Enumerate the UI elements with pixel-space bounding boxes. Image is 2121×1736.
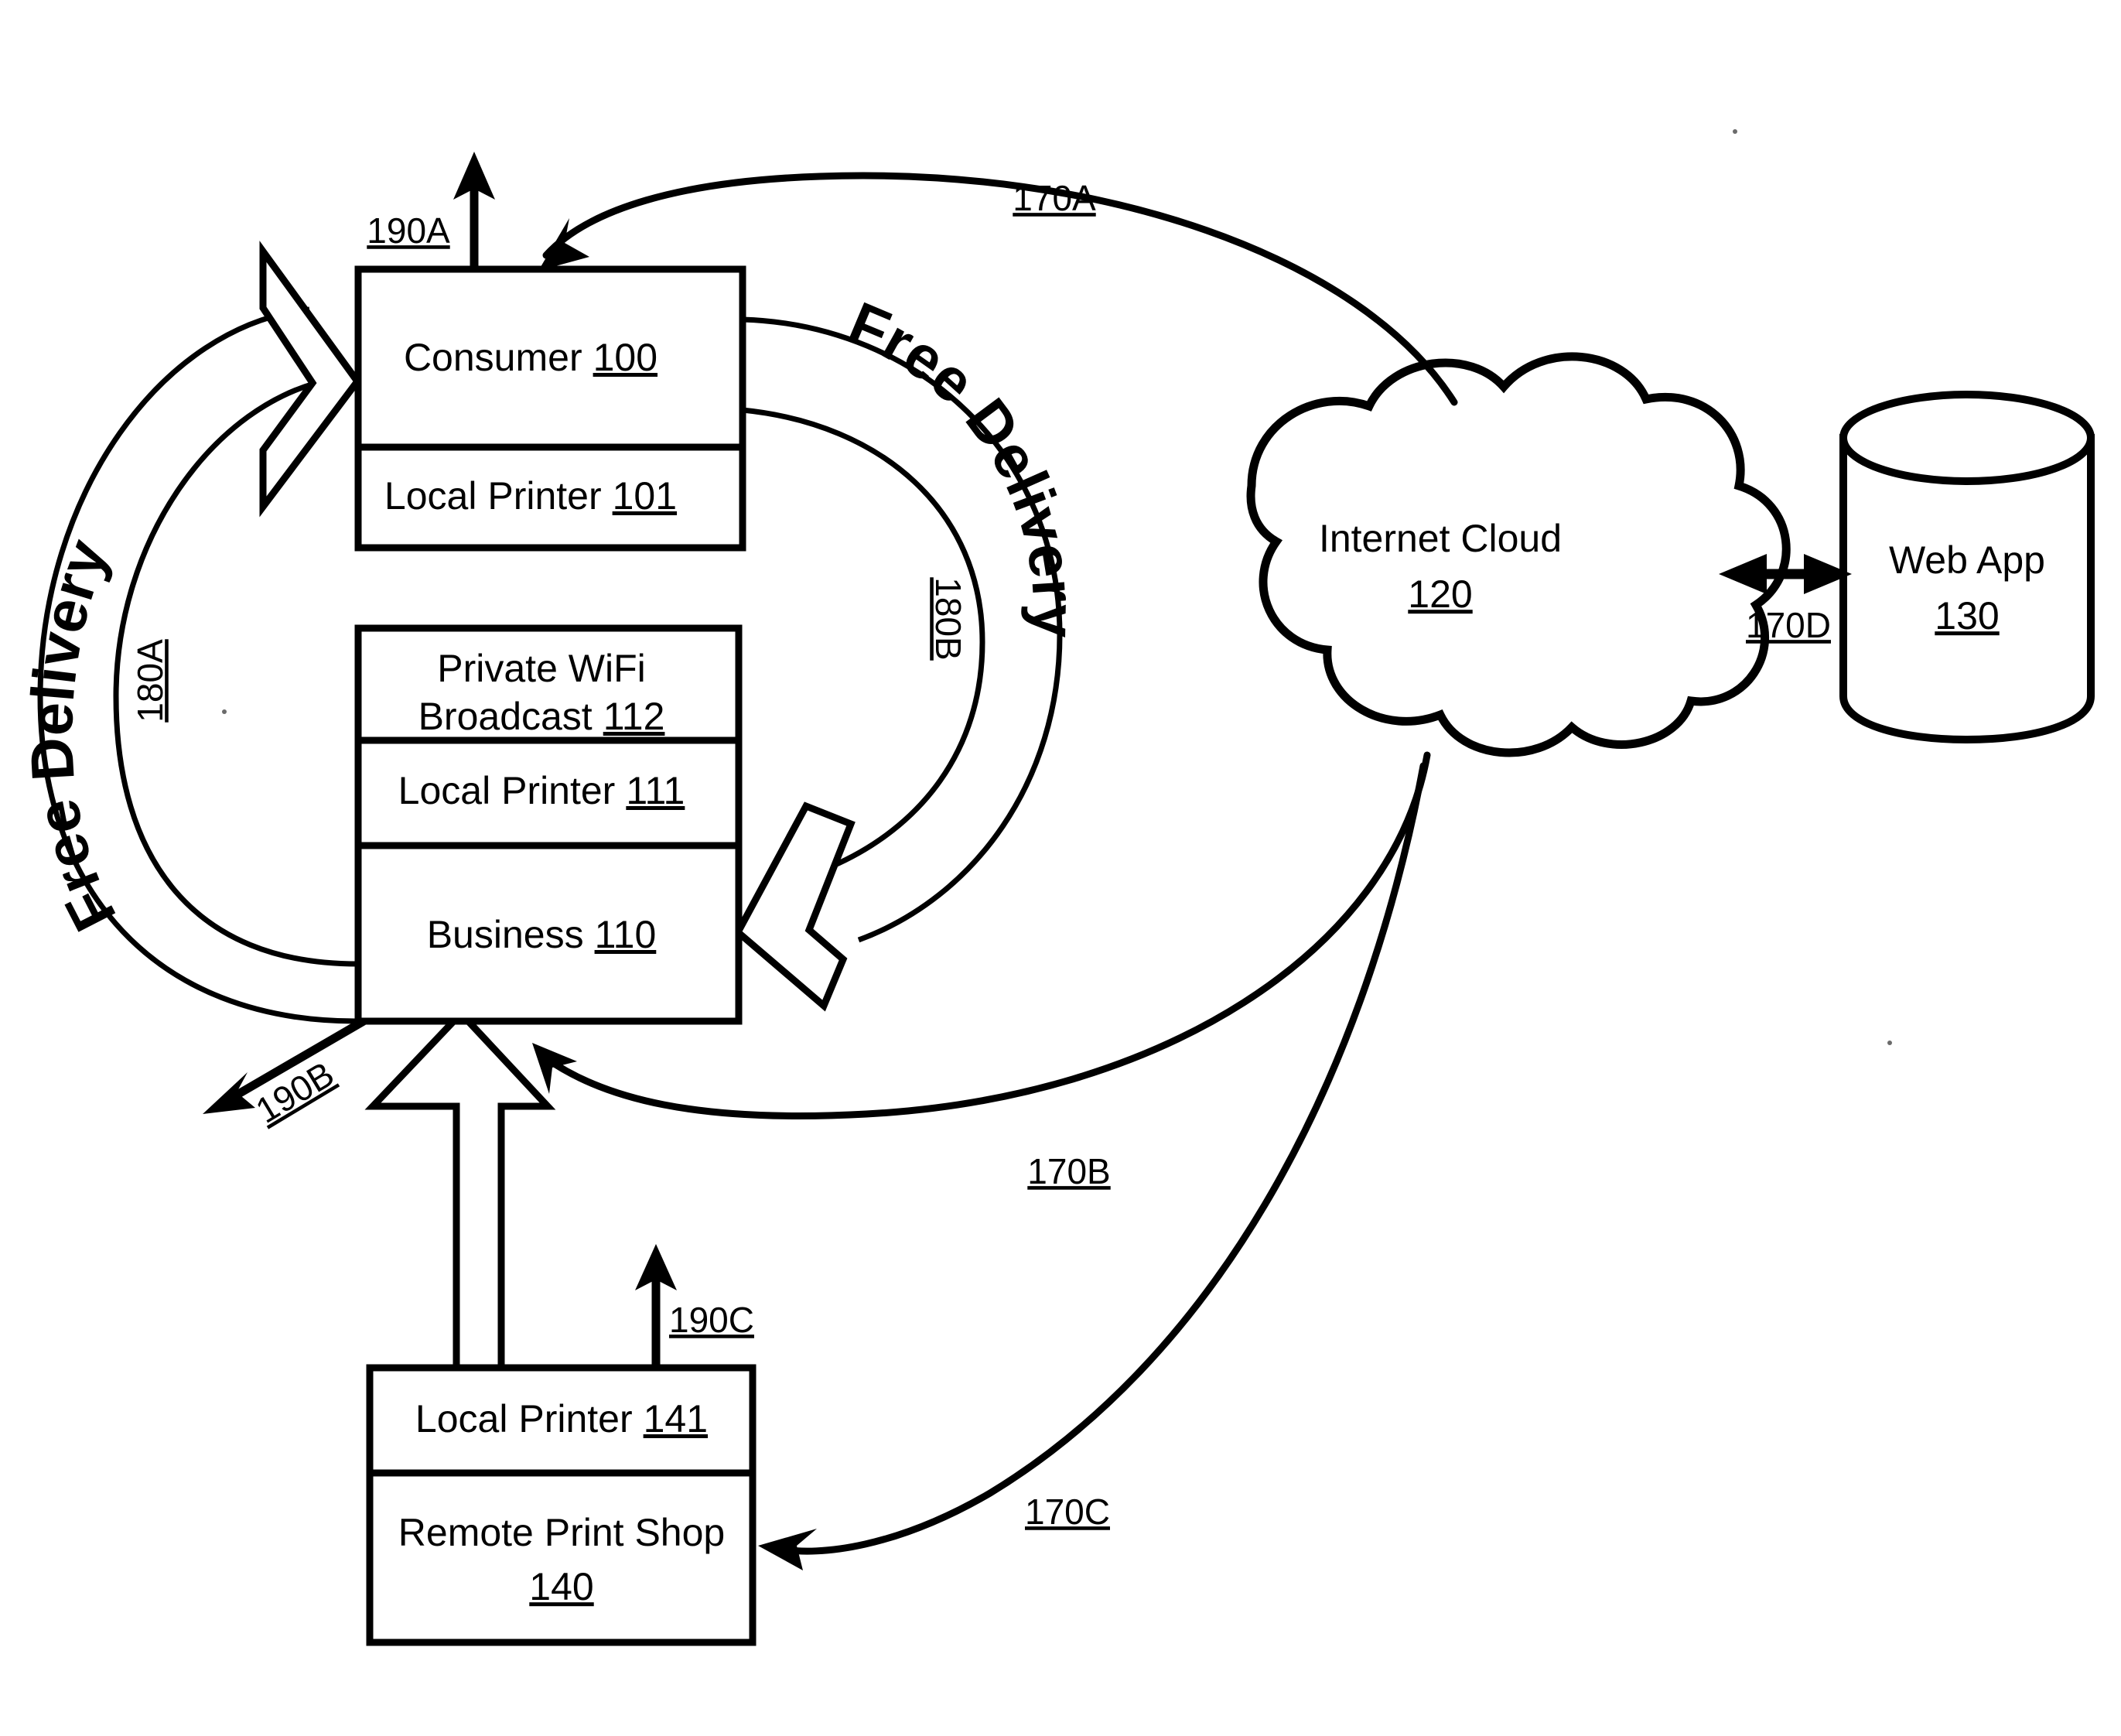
print-shop-local-printer-label: Local Printer 141 xyxy=(415,1397,708,1440)
label-190a: 190A xyxy=(367,210,450,251)
business-wifi-label-line1: Private WiFi xyxy=(437,647,645,690)
label-170b: 170B xyxy=(1027,1151,1110,1191)
free-delivery-label-left: Free Delivery xyxy=(17,531,129,942)
cloud-title: Internet Cloud xyxy=(1319,517,1562,560)
figure-canvas: Consumer 100 Local Printer 101 Private WiF… xyxy=(0,0,2121,1736)
consumer-title: Consumer 100 xyxy=(404,336,657,379)
free-delivery-180b-arrowhead xyxy=(733,801,856,1012)
scan-speck-2 xyxy=(1887,1041,1892,1045)
print-shop-to-business-block-arrow xyxy=(364,1008,556,1372)
connector-170b-arrowhead xyxy=(532,1043,577,1094)
business-title: Business 110 xyxy=(427,913,657,956)
label-180a: 180A xyxy=(130,639,170,723)
label-170d: 170D xyxy=(1746,605,1831,645)
label-180b: 180B xyxy=(928,577,968,660)
label-170c: 170C xyxy=(1025,1492,1110,1532)
web-app-title: Web App xyxy=(1889,538,2045,582)
consumer-local-printer-label: Local Printer 101 xyxy=(384,474,677,518)
business-local-printer-label: Local Printer 111 xyxy=(398,769,685,812)
print-shop-ref: 140 xyxy=(529,1565,593,1608)
system-diagram: Consumer 100 Local Printer 101 Private WiF… xyxy=(17,129,2095,1646)
web-app-cylinder-top xyxy=(1839,391,2095,485)
web-app-ref: 130 xyxy=(1935,594,1999,637)
print-shop-title: Remote Print Shop xyxy=(398,1511,725,1554)
free-delivery-180a-arrowhead xyxy=(259,241,362,518)
business-wifi-label-line2: Broadcast 112 xyxy=(418,695,665,738)
scan-speck-1 xyxy=(1733,129,1737,134)
cloud-ref: 120 xyxy=(1408,572,1472,616)
scan-speck-3 xyxy=(222,709,227,714)
label-190c: 190C xyxy=(669,1300,754,1340)
label-170a: 170A xyxy=(1013,178,1096,218)
